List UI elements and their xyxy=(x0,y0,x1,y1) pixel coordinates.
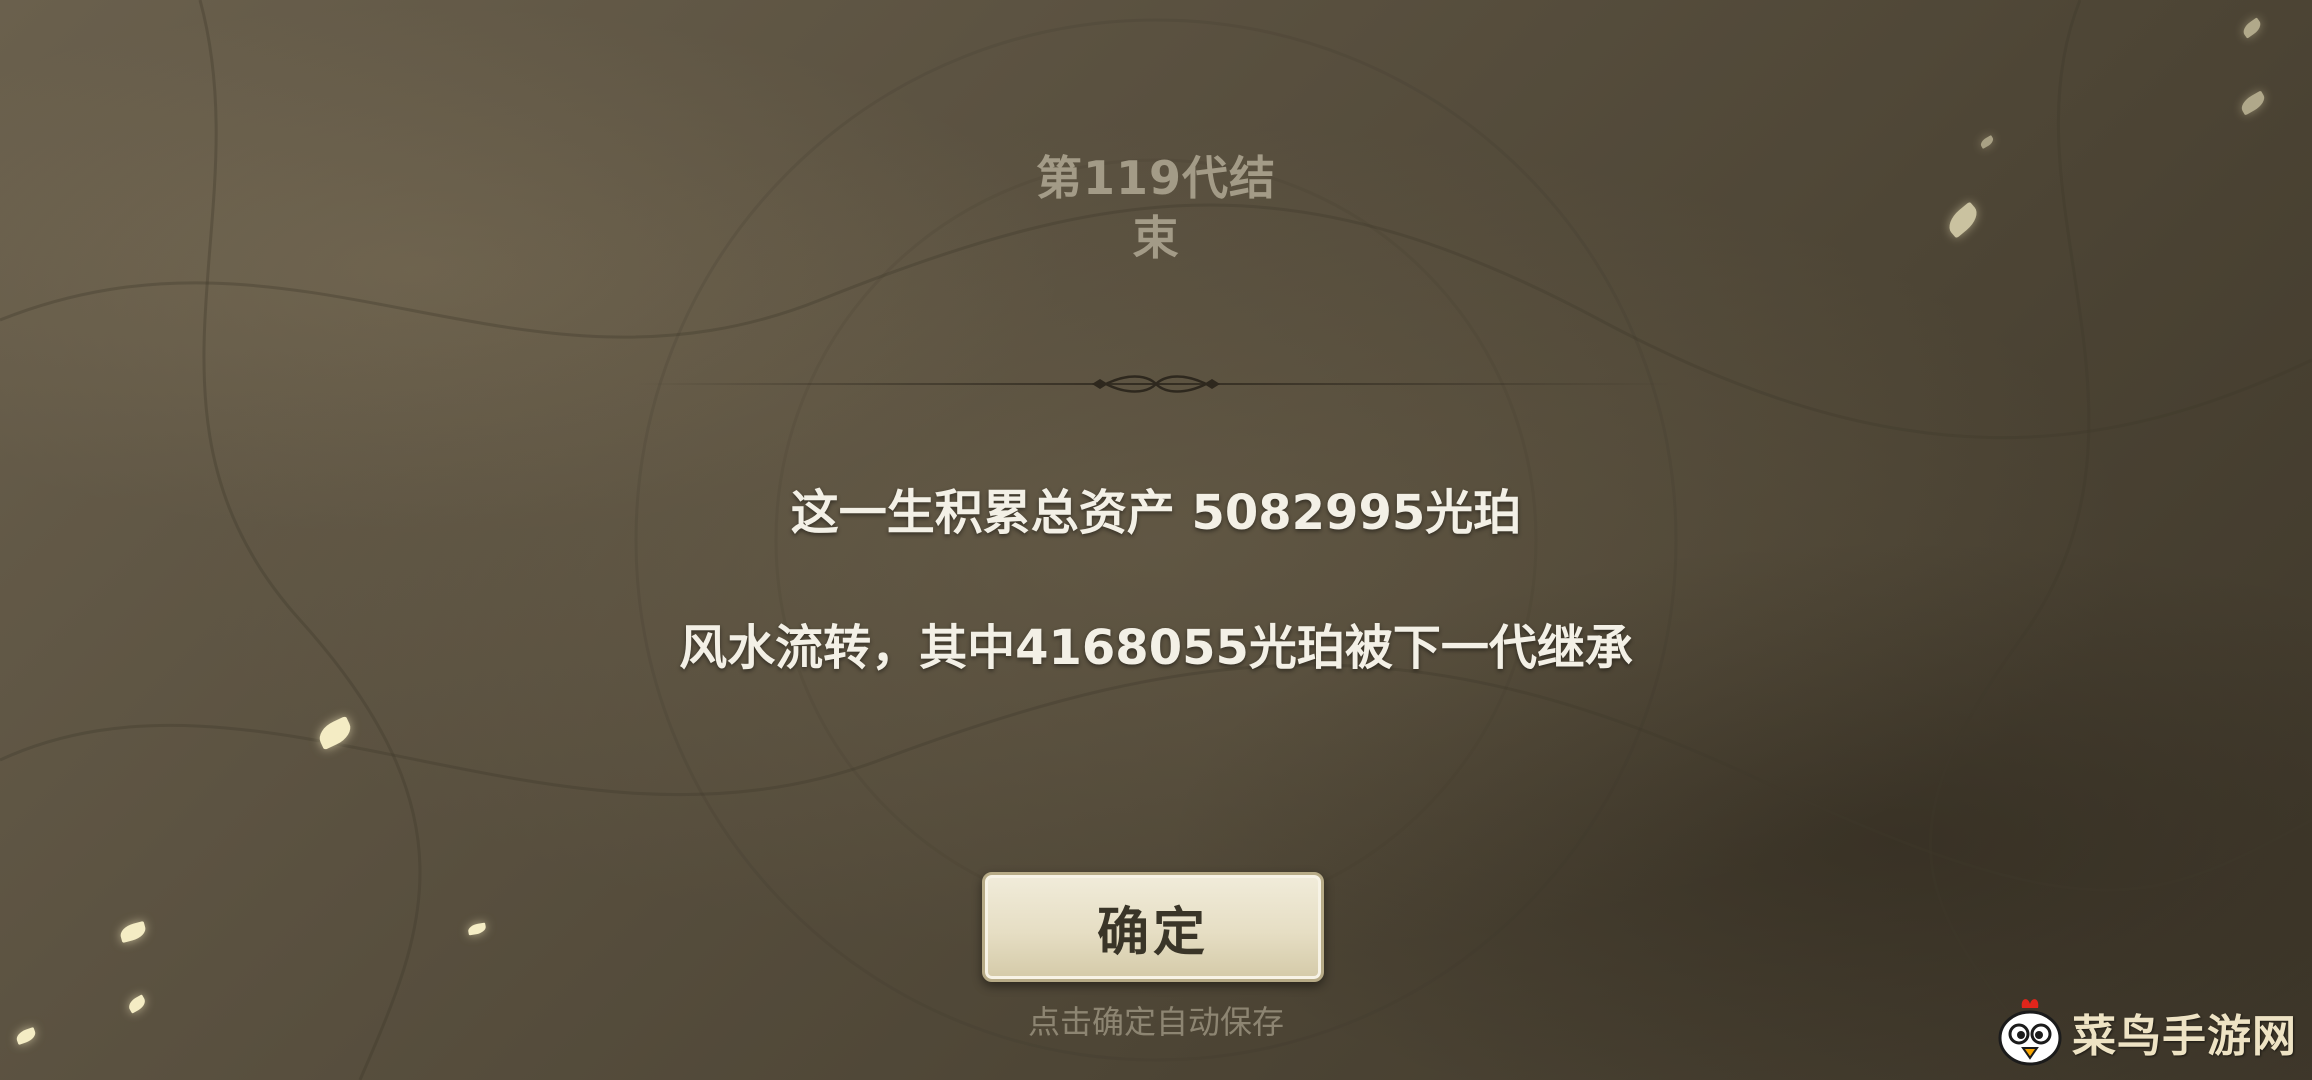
inherited-assets-text: 风水流转，其中4168055光珀被下一代继承 xyxy=(679,620,1633,676)
floating-petal-icon xyxy=(2240,17,2264,39)
autosave-hint-text: 点击确定自动保存 xyxy=(1027,1003,1284,1041)
watermark-text: 菜鸟手游网 xyxy=(2072,1011,2297,1062)
rooster-mascot-icon xyxy=(1998,999,2062,1066)
generation-end-screen: 第119代结 束 这一生积累总资产 5082995光珀 风水流转，其中41680… xyxy=(0,0,2312,1080)
title-line-2: 束 xyxy=(1132,211,1180,265)
floating-petal-icon xyxy=(1943,201,1983,239)
floating-petal-icon xyxy=(467,922,487,936)
title-line-1: 第119代结 xyxy=(1035,151,1277,205)
floating-petal-icon xyxy=(314,715,356,751)
floating-petal-icon xyxy=(1978,135,1996,149)
site-watermark: 菜鸟手游网 xyxy=(1992,994,2302,1070)
floating-petal-icon xyxy=(126,994,148,1014)
confirm-button-label: 确定 xyxy=(1096,902,1209,963)
floating-petal-icon xyxy=(2238,90,2268,116)
floating-petal-icon xyxy=(118,920,148,944)
floating-petal-icon xyxy=(14,1026,38,1046)
total-assets-text: 这一生积累总资产 5082995光珀 xyxy=(790,485,1522,541)
ornamental-divider xyxy=(636,375,1676,393)
generation-end-title: 第119代结 束 xyxy=(1006,148,1306,268)
confirm-button[interactable]: 确定 xyxy=(982,872,1324,982)
